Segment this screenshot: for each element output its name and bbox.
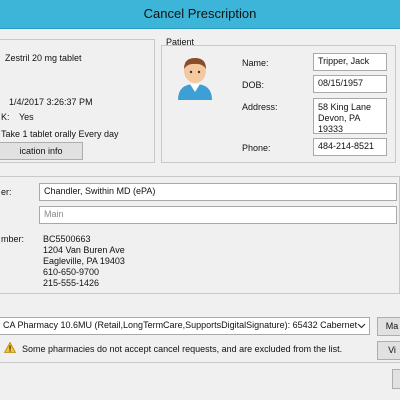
pharmacy-select[interactable]: CA Pharmacy 10.6MU (Retail,LongTermCare,… [0,317,370,335]
prescriber-address-line2: Eagleville, PA 19403 [43,256,125,266]
patient-name-field: Tripper, Jack [313,53,387,71]
chevron-down-icon [357,323,366,329]
prescriber-phone: 610-650-9700 [43,267,100,277]
patient-phone-label: Phone: [242,143,271,153]
window-title: Cancel Prescription [143,6,257,21]
prescriber-location-input[interactable]: Main [39,206,397,224]
patient-panel: Name: Tripper, Jack DOB: 08/15/1957 Addr… [161,45,396,163]
cancel-prescription-window: Cancel Prescription Zestril 20 mg tablet… [0,0,400,400]
sig-text: Take 1 tablet orally Every day [1,129,119,139]
footer-button[interactable] [392,369,400,389]
patient-address-field: 58 King Lane Devon, PA 19333 [313,98,387,134]
medication-panel: Zestril 20 mg tablet 1/4/2017 3:26:37 PM… [0,39,155,163]
view-pharmacy-button[interactable]: Vi [377,341,400,360]
ok-label: K: [1,112,10,122]
prescriber-value: Chandler, Swithin MD (ePA) [44,186,156,196]
prescriber-label: er: [1,187,12,197]
patient-dob-field: 08/15/1957 [313,75,387,93]
patient-address-line1: 58 King Lane [318,102,372,112]
ok-value: Yes [19,112,34,122]
pharmacy-selected: CA Pharmacy 10.6MU (Retail,LongTermCare,… [3,320,358,330]
prescriber-address-line1: 1204 Van Buren Ave [43,245,125,255]
prescriber-panel: er: Chandler, Swithin MD (ePA) Main mber… [0,176,400,294]
patient-phone-field: 484-214-8521 [313,138,387,156]
manage-pharmacy-button[interactable]: Ma [377,317,400,336]
patient-address-label: Address: [242,102,278,112]
prescriber-select[interactable]: Chandler, Swithin MD (ePA) [39,183,397,201]
patient-dob-label: DOB: [242,80,265,90]
medication-name: Zestril 20 mg tablet [5,53,82,63]
footer-divider [0,362,400,363]
prescriber-dea: BC5500663 [43,234,91,244]
prescriber-number-label: mber: [1,234,25,244]
written-date: 1/4/2017 3:26:37 PM [9,97,93,107]
prescriber-fax: 215-555-1426 [43,278,100,288]
title-bar: Cancel Prescription [0,0,400,29]
warning-icon [4,342,16,353]
medication-info-button[interactable]: ication info [0,142,83,160]
patient-name-label: Name: [242,58,269,68]
patient-avatar [174,54,216,100]
patient-address-line2: Devon, PA 19333 [318,113,360,134]
pharmacy-warning: Some pharmacies do not accept cancel req… [22,344,343,354]
